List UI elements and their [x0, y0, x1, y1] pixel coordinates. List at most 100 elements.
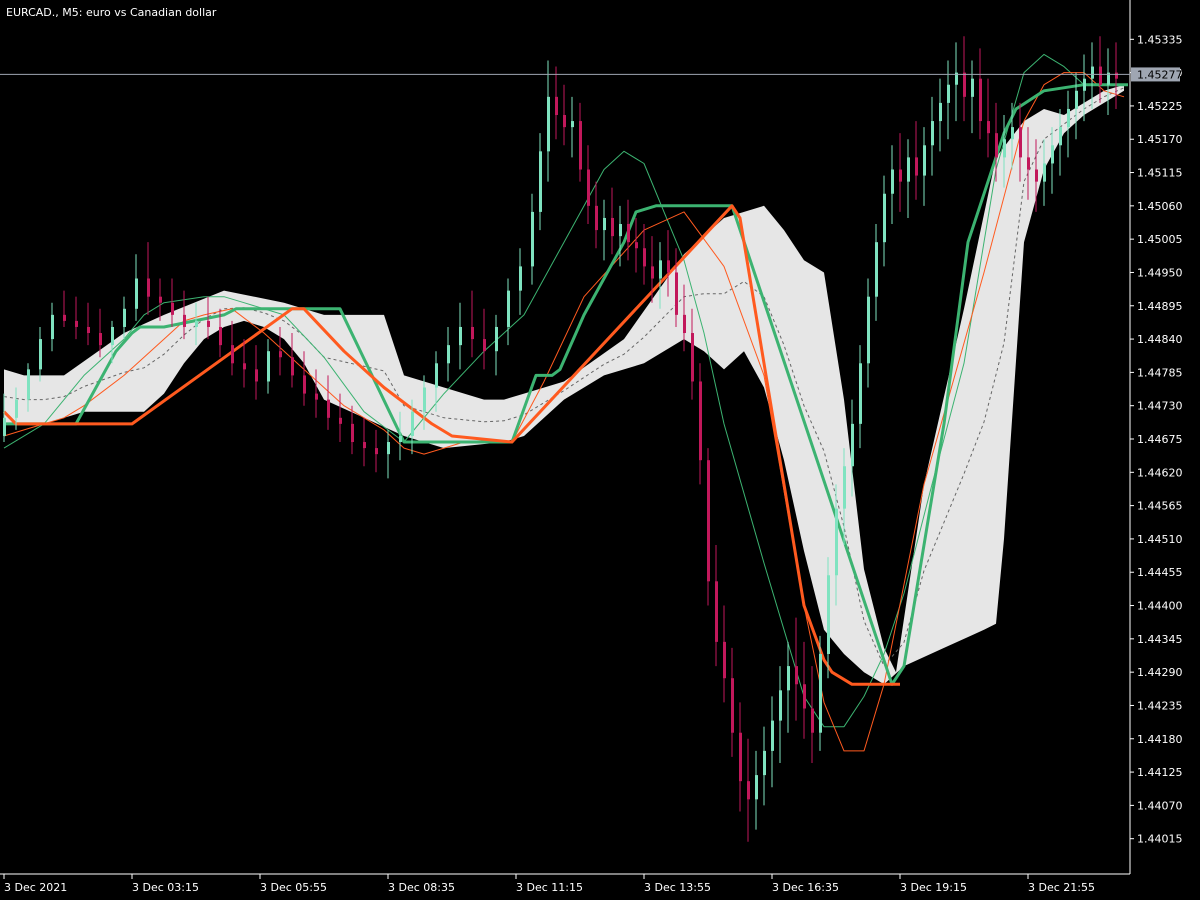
y-tick-label: 1.45005 — [1137, 233, 1183, 246]
y-tick-label: 1.44785 — [1137, 366, 1183, 379]
candle-body — [471, 326, 474, 340]
y-tick-label: 1.44730 — [1137, 400, 1183, 413]
candle-body — [303, 375, 306, 394]
candle-body — [1051, 145, 1054, 164]
candle-body — [547, 96, 550, 152]
candle-body — [619, 224, 622, 237]
candle-body — [627, 224, 630, 243]
x-tick-label: 3 Dec 2021 — [4, 881, 67, 894]
candle-body — [667, 260, 670, 273]
candle-body — [643, 248, 646, 267]
candle-body — [1027, 157, 1030, 170]
candle-body — [1059, 127, 1062, 146]
candle-body — [899, 169, 902, 182]
candle-body — [675, 272, 678, 315]
candle-body — [99, 333, 102, 346]
candle-body — [571, 121, 574, 128]
y-tick-label: 1.44400 — [1137, 600, 1183, 613]
candle-body — [1067, 108, 1070, 128]
candle-body — [859, 363, 862, 424]
x-tick-label: 3 Dec 05:55 — [260, 881, 327, 894]
candle-body — [843, 466, 846, 509]
candle-body — [1003, 139, 1006, 158]
candle-body — [939, 102, 942, 122]
candle-body — [835, 508, 838, 576]
y-tick-label: 1.44235 — [1137, 699, 1183, 712]
candle-body — [635, 242, 638, 249]
candle-body — [339, 417, 342, 424]
y-tick-label: 1.44015 — [1137, 833, 1183, 846]
candle-body — [255, 369, 258, 382]
candle-body — [195, 320, 198, 327]
candle-body — [495, 326, 498, 352]
candle-body — [267, 351, 270, 382]
y-tick-label: 1.45335 — [1137, 33, 1183, 46]
candle-body — [435, 363, 438, 388]
candle-body — [171, 302, 174, 315]
candle-body — [387, 442, 390, 455]
candle-body — [1011, 127, 1014, 140]
x-tick-label: 3 Dec 11:15 — [516, 881, 583, 894]
candle-body — [219, 326, 222, 346]
candle-body — [27, 369, 30, 400]
candle-body — [351, 423, 354, 443]
y-tick-label: 1.44675 — [1137, 433, 1183, 446]
candle-body — [779, 690, 782, 721]
candle-body — [803, 684, 806, 709]
candle-body — [15, 399, 18, 418]
candle-body — [123, 308, 126, 327]
candle-body — [183, 314, 186, 327]
candle-body — [3, 417, 6, 436]
y-tick-label: 1.44290 — [1137, 666, 1183, 679]
candle-body — [915, 157, 918, 176]
candle-body — [787, 666, 790, 691]
candle-body — [707, 460, 710, 582]
candle-body — [723, 641, 726, 679]
candle-body — [731, 678, 734, 733]
y-tick-label: 1.44125 — [1137, 766, 1183, 779]
candle-body — [399, 435, 402, 443]
candle-body — [811, 708, 814, 733]
y-tick-label: 1.44345 — [1137, 633, 1183, 646]
candle-body — [603, 217, 606, 231]
candle-body — [1019, 127, 1022, 158]
candle-body — [159, 296, 162, 303]
candle-body — [563, 115, 566, 128]
candle-body — [1035, 169, 1038, 182]
candle-body — [907, 157, 910, 182]
candle-body — [819, 653, 822, 733]
candle-body — [539, 151, 542, 212]
y-tick-label: 1.44455 — [1137, 566, 1183, 579]
y-tick-label: 1.45170 — [1137, 133, 1183, 146]
y-tick-label: 1.44895 — [1137, 300, 1183, 313]
candle-body — [147, 278, 150, 297]
candle-body — [947, 84, 950, 103]
candle-body — [867, 296, 870, 364]
price-chart[interactable]: 1.453351.452801.452251.451701.451151.450… — [0, 0, 1200, 900]
candle-body — [931, 121, 934, 146]
candle-body — [51, 314, 54, 340]
candle-body — [291, 357, 294, 376]
candle-body — [851, 423, 854, 467]
candle-body — [231, 345, 234, 364]
x-tick-label: 3 Dec 16:35 — [772, 881, 839, 894]
candle-body — [1083, 78, 1086, 91]
candle-body — [995, 133, 998, 158]
candle-body — [875, 242, 878, 297]
y-tick-label: 1.45060 — [1137, 200, 1183, 213]
candle-body — [243, 363, 246, 370]
candle-body — [971, 78, 974, 97]
y-tick-label: 1.44620 — [1137, 466, 1183, 479]
candle-body — [699, 381, 702, 461]
candle-body — [207, 320, 210, 327]
y-tick-label: 1.45115 — [1137, 167, 1183, 180]
candle-body — [1099, 66, 1102, 85]
candle-body — [1115, 72, 1118, 79]
candle-body — [691, 333, 694, 382]
x-tick-label: 3 Dec 19:15 — [900, 881, 967, 894]
candle-body — [715, 581, 718, 642]
candle-body — [683, 314, 686, 334]
candle-body — [659, 260, 662, 279]
candle-body — [111, 326, 114, 346]
candle-body — [39, 339, 42, 370]
